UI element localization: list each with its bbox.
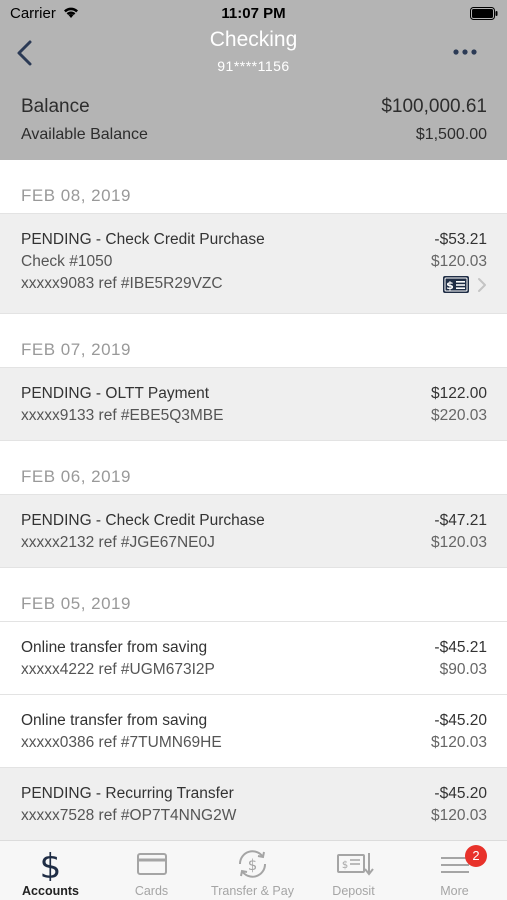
transaction-amount: -$45.20 [434, 712, 487, 729]
transaction-amount: -$47.21 [434, 512, 487, 529]
transaction-amount: $122.00 [430, 385, 487, 402]
transaction-title: PENDING - Check Credit Purchase [21, 231, 265, 248]
date-header: FEB 06, 2019 [0, 441, 507, 495]
tab-label: More [440, 884, 469, 898]
transaction-row[interactable]: PENDING - Check Credit Purchase -$47.21 … [0, 495, 507, 568]
transaction-ref: xxxxx9083 ref #IBE5R29VZC [21, 275, 223, 292]
transaction-row[interactable]: PENDING - Recurring Transfer -$45.20 xxx… [0, 768, 507, 841]
transaction-ref: xxxxx4222 ref #UGM673I2P [21, 661, 215, 678]
running-balance: $120.03 [430, 807, 487, 824]
svg-text:$: $ [446, 279, 454, 292]
transaction-ref: xxxxx0386 ref #7TUMN69HE [21, 734, 222, 751]
running-balance: $90.03 [439, 661, 487, 678]
tab-accounts[interactable]: $ Accounts [0, 841, 101, 900]
tab-label: Accounts [22, 884, 79, 898]
transaction-title: PENDING - OLTT Payment [21, 385, 210, 402]
status-bar: Carrier 11:07 PM [0, 0, 507, 28]
transfer-icon: $ [238, 850, 267, 878]
tab-transfer-pay[interactable]: $ Transfer & Pay [202, 841, 303, 900]
transaction-row[interactable]: Online transfer from saving -$45.20 xxxx… [0, 695, 507, 768]
tab-label: Deposit [332, 884, 375, 898]
available-balance-label: Available Balance [21, 126, 148, 143]
dollar-icon: $ [40, 847, 62, 881]
tab-deposit[interactable]: $ Deposit [303, 841, 404, 900]
tab-label: Cards [134, 884, 169, 898]
transaction-amount: -$45.21 [434, 639, 487, 656]
transaction-amount: -$53.21 [434, 231, 487, 248]
transaction-amount: -$45.20 [434, 785, 487, 802]
transaction-ref: xxxxx9133 ref #EBE5Q3MBE [21, 407, 224, 424]
tab-more[interactable]: More [404, 841, 505, 900]
page-title: Checking [209, 28, 298, 51]
svg-text:$: $ [248, 856, 258, 874]
account-header: Carrier 11:07 PM Checking 91****1156 Bal… [0, 0, 507, 160]
transaction-title: Online transfer from saving [21, 639, 208, 656]
transaction-detail: Check #1050 [21, 253, 113, 270]
date-header: FEB 07, 2019 [0, 314, 507, 368]
transaction-ref: xxxxx2132 ref #JGE67NE0J [21, 534, 215, 551]
running-balance: $220.03 [430, 407, 487, 424]
running-balance: $120.03 [430, 534, 487, 551]
balance-label: Balance [21, 96, 90, 117]
date-header: FEB 08, 2019 [0, 160, 507, 214]
more-options-icon[interactable] [452, 48, 480, 56]
date-header: FEB 05, 2019 [0, 568, 507, 622]
transaction-title: PENDING - Recurring Transfer [21, 785, 234, 802]
notification-badge: 2 [465, 845, 487, 867]
balance-value: $100,000.61 [381, 96, 487, 117]
transaction-row[interactable]: PENDING - OLTT Payment $122.00 xxxxx9133… [0, 368, 507, 441]
status-time: 11:07 PM [221, 5, 286, 22]
menu-icon [441, 857, 469, 873]
tab-bar: $ Accounts Cards $ Transfer & Pay $ Depo… [0, 840, 507, 900]
transaction-title: PENDING - Check Credit Purchase [21, 512, 265, 529]
tab-label: Transfer & Pay [211, 884, 294, 898]
tab-cards[interactable]: Cards [101, 841, 202, 900]
chevron-right-icon [478, 278, 486, 292]
transaction-title: Online transfer from saving [21, 712, 208, 729]
available-balance-value: $1,500.00 [415, 126, 487, 143]
svg-text:$: $ [40, 847, 62, 881]
transaction-list: FEB 08, 2019 PENDING - Check Credit Purc… [0, 160, 507, 841]
transaction-row[interactable]: PENDING - Check Credit Purchase -$53.21 … [0, 214, 507, 314]
account-number: 91****1156 [217, 58, 290, 74]
svg-text:$: $ [342, 860, 348, 871]
deposit-icon: $ [337, 853, 374, 876]
transaction-ref: xxxxx7528 ref #OP7T4NNG2W [21, 807, 237, 824]
battery-icon [470, 7, 498, 20]
card-icon [137, 853, 167, 875]
running-balance: $120.03 [430, 734, 487, 751]
running-balance: $120.03 [430, 253, 487, 270]
transaction-row[interactable]: Online transfer from saving -$45.21 xxxx… [0, 622, 507, 695]
check-image-icon[interactable]: $ [443, 276, 469, 293]
